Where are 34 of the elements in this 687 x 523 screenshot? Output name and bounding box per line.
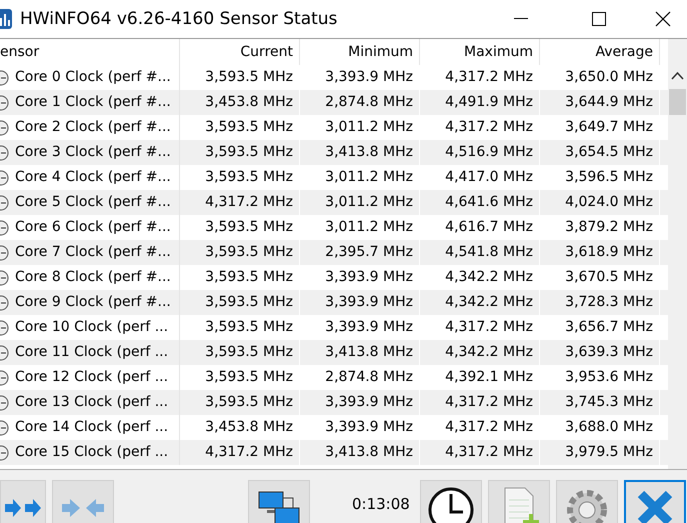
clock-button[interactable] xyxy=(420,480,482,523)
sensor-name: Core 14 Clock (perf ... xyxy=(15,418,168,437)
close-button[interactable] xyxy=(624,480,686,523)
sensor-name: Core 8 Clock (perf #... xyxy=(15,268,171,287)
close-icon[interactable] xyxy=(655,11,671,27)
sensor-name: Core 13 Clock (perf ... xyxy=(15,393,168,412)
table-cell: 4,317.2 MHz xyxy=(180,440,300,465)
sensor-name: Core 1 Clock (perf #... xyxy=(15,93,171,112)
expand-button[interactable] xyxy=(0,480,46,523)
sensor-name: Core 11 Clock (perf ... xyxy=(15,343,168,362)
sensor-name: Core 6 Clock (perf #... xyxy=(15,218,171,237)
network-button[interactable] xyxy=(248,480,310,523)
minimize-icon[interactable] xyxy=(514,18,528,20)
table-cell: 3,413.8 MHz xyxy=(300,440,420,465)
sensor-name: Core 9 Clock (perf #... xyxy=(15,293,171,312)
settings-button[interactable] xyxy=(556,480,618,523)
log-button[interactable] xyxy=(488,480,550,523)
sensor-name: Core 7 Clock (perf #... xyxy=(15,243,171,262)
network-icon xyxy=(257,490,301,523)
window-title: HWiNFO64 v6.26-4160 Sensor Status xyxy=(20,9,338,29)
elapsed-time: 0:13:08 xyxy=(352,494,410,515)
maximize-icon[interactable] xyxy=(592,12,606,26)
arrows-icon xyxy=(60,496,106,520)
sensor-name: Core 2 Clock (perf #... xyxy=(15,118,171,137)
sensor-name: Core 3 Clock (perf #... xyxy=(15,143,171,162)
scrollbar-thumb[interactable] xyxy=(669,89,686,115)
sensor-name: Core 12 Clock (perf ... xyxy=(15,368,168,387)
sensor-name: Core 0 Clock (perf #... xyxy=(15,68,171,87)
sensor-name: Core 5 Clock (perf #... xyxy=(15,193,171,212)
table-cell: 3,979.5 MHz xyxy=(540,440,660,465)
table-cell: 4,317.2 MHz xyxy=(420,440,540,465)
sensor-name: Core 15 Clock (perf ... xyxy=(15,443,168,462)
sensor-name: Core 10 Clock (perf ... xyxy=(15,318,168,337)
sensor-name: Core 4 Clock (perf #... xyxy=(15,168,171,187)
